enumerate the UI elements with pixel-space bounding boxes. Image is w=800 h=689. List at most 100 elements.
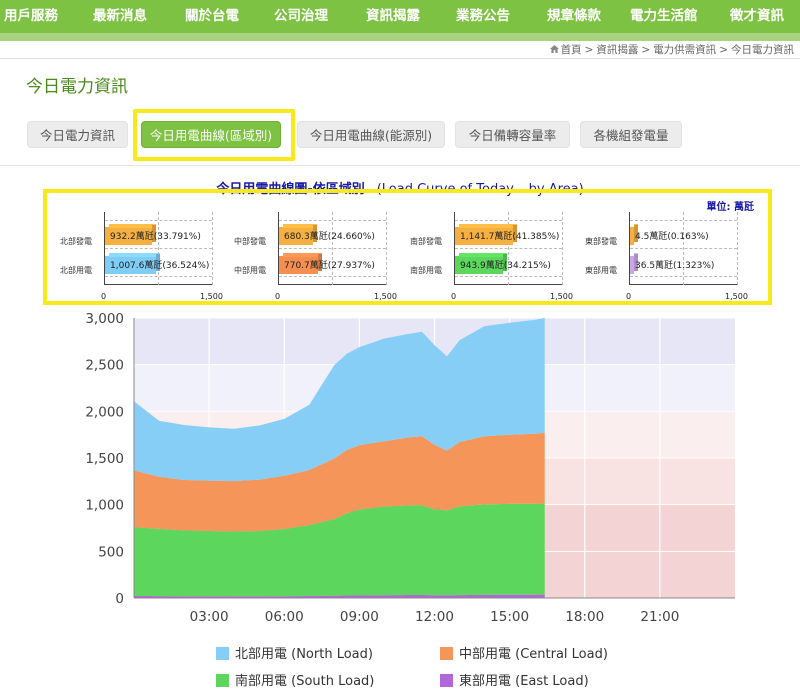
- gridline: [105, 276, 212, 277]
- region-load-label: 北部用電: [60, 266, 92, 275]
- y-tick-label: 2,000: [85, 404, 124, 420]
- gridline: [562, 212, 563, 285]
- breadcrumb-current: 今日電力資訊: [731, 44, 794, 56]
- y-tick-label: 3,000: [85, 311, 124, 327]
- region-load-bar[interactable]: 1,007.6萬瓩(36.524%): [105, 253, 209, 274]
- legend-swatch: [440, 674, 453, 687]
- region-gen-label: 東部發電: [585, 237, 617, 246]
- y-tick-label: 1,500: [85, 451, 124, 467]
- nav-item-regulations[interactable]: 規章條款: [547, 0, 601, 33]
- axis-tick-label: 0: [626, 292, 632, 301]
- region-plot: 1,141.7萬瓩(41.385%) 943.9萬瓩(34.215%): [454, 212, 563, 285]
- y-tick-label: 1,000: [85, 498, 124, 514]
- region-gen-bar[interactable]: 4.5萬瓩(0.163%): [630, 224, 709, 245]
- region-gen-bar[interactable]: 932.2萬瓩(33.791%): [105, 224, 201, 245]
- nav-item-disclosure[interactable]: 資訊揭露: [366, 0, 420, 41]
- region-load-label: 中部用電: [234, 266, 266, 275]
- home-icon: [549, 45, 559, 53]
- region-gen-label: 南部發電: [410, 237, 442, 246]
- x-tick-label: 12:00: [415, 609, 454, 625]
- legend-item-east[interactable]: 東部用電 (East Load): [440, 670, 589, 689]
- breadcrumb-home[interactable]: 首頁: [561, 44, 582, 56]
- legend-label: 中部用電 (Central Load): [459, 647, 608, 662]
- axis-tick-label: 1,500: [725, 292, 748, 301]
- bar-value-label: 680.3萬瓩(24.660%): [284, 232, 375, 242]
- region-load-label: 東部用電: [585, 266, 617, 275]
- legend-label: 北部用電 (North Load): [235, 647, 373, 662]
- region-load-bar[interactable]: 770.7萬瓩(27.937%): [279, 253, 375, 274]
- load-curve-chart: 0 500 1,000 1,500 2,000 2,500 3,000 03:00 06:00 0…: [85, 311, 735, 625]
- legend-swatch: [216, 647, 229, 660]
- region-chart-1: 中部發電 中部用電 680.3萬瓩(24.660%) 770.7萬瓩(27.937%)…: [234, 212, 404, 304]
- x-tick-label: 18:00: [565, 609, 604, 625]
- legend-item-north[interactable]: 北部用電 (North Load): [216, 643, 373, 662]
- breadcrumb-disclosure[interactable]: 資訊揭露: [596, 44, 638, 56]
- bar-top: [109, 253, 160, 257]
- bar-value-label: 943.9萬瓩(34.215%): [460, 261, 551, 271]
- legend-item-south[interactable]: 南部用電 (South Load): [216, 670, 374, 689]
- legend-label: 東部用電 (East Load): [459, 674, 589, 689]
- nav-item-about[interactable]: 關於台電: [185, 0, 239, 33]
- nav-item-announcements[interactable]: 業務公告: [456, 0, 510, 33]
- nav-item-careers[interactable]: 徵才資訊: [730, 0, 784, 33]
- gridline: [105, 220, 212, 221]
- legend-swatch: [440, 647, 453, 660]
- chart-legend: 北部用電 (North Load) 中部用電 (Central Load) 南部…: [0, 639, 800, 689]
- legend-item-central[interactable]: 中部用電 (Central Load): [440, 643, 608, 662]
- axis-tick-label: 1,500: [374, 292, 397, 301]
- axis-tick-label: 0: [451, 292, 457, 301]
- region-chart-3: 東部發電東部用電 4.5萬瓩(0.163%) 36.5萬瓩(1.323%) 0 1,50…: [585, 212, 755, 304]
- bar-top: [283, 224, 318, 228]
- y-tick-label: 2,500: [85, 358, 124, 374]
- region-load-label: 南部用電: [410, 266, 442, 275]
- bar-top: [459, 253, 507, 257]
- region-gen-bar[interactable]: 680.3萬瓩(24.660%): [279, 224, 375, 245]
- region-load-bar[interactable]: 943.9萬瓩(34.215%): [455, 253, 551, 274]
- tab-load-curve-by-source[interactable]: 今日用電曲線(能源別): [297, 121, 445, 148]
- region-gen-bar[interactable]: 1,141.7萬瓩(41.385%): [455, 224, 559, 245]
- axis-tick-label: 0: [101, 292, 107, 301]
- tab-unit-generation[interactable]: 各機組發電量: [580, 121, 682, 148]
- bar-top: [459, 224, 517, 228]
- gridline: [630, 220, 737, 221]
- region-load-bar[interactable]: 36.5萬瓩(1.323%): [630, 253, 714, 274]
- breadcrumb-power-supply[interactable]: 電力供需資訊: [653, 44, 716, 56]
- region-plot: 4.5萬瓩(0.163%) 36.5萬瓩(1.323%): [629, 212, 738, 285]
- nav-item-power-life[interactable]: 電力生活館: [630, 0, 698, 33]
- divider: [0, 58, 800, 59]
- x-tick-label: 15:00: [490, 609, 529, 625]
- bar-top: [283, 253, 322, 257]
- gridline: [386, 212, 387, 285]
- highlight-tab-frame: [133, 109, 295, 161]
- axis-tick-label: 0: [275, 292, 281, 301]
- gridline: [279, 220, 386, 221]
- top-nav: 用戶服務 最新消息 關於台電 公司治理 資訊揭露 業務公告 規章條款 電力生活館…: [0, 0, 800, 41]
- breadcrumb-separator: >: [584, 44, 594, 56]
- region-chart-2: 南部發電南部用電 1,141.7萬瓩(41.385%) 943.9萬瓩(34.215…: [410, 212, 580, 304]
- breadcrumb-separator: >: [719, 44, 728, 56]
- gridline: [455, 276, 562, 277]
- region-plot: 680.3萬瓩(24.660%) 770.7萬瓩(27.937%): [278, 212, 387, 285]
- gridline: [212, 212, 213, 285]
- nav-item-user-service[interactable]: 用戶服務: [4, 0, 58, 33]
- breadcrumb: 首頁 > 資訊揭露 > 電力供需資訊 > 今日電力資訊: [549, 42, 794, 57]
- nav-item-governance[interactable]: 公司治理: [274, 0, 328, 33]
- nav-item-latest-news[interactable]: 最新消息: [93, 0, 147, 33]
- legend-label: 南部用電 (South Load): [235, 674, 375, 689]
- x-tick-label: 06:00: [265, 609, 304, 625]
- axis-tick-label: 1,500: [200, 292, 223, 301]
- gridline: [279, 276, 386, 277]
- tab-reserve-margin[interactable]: 今日備轉容量率: [455, 121, 570, 148]
- axis-tick-label: 1,500: [550, 292, 573, 301]
- gridline: [455, 220, 562, 221]
- region-chart-0: 北部發電 北部用電 932.2萬瓩(33.791%) 1,007.6萬瓩(36.524…: [60, 212, 230, 304]
- unit-label: 單位: 萬瓩: [706, 202, 754, 213]
- breadcrumb-separator: >: [641, 44, 651, 56]
- gridline: [737, 212, 738, 285]
- tab-today-power-info[interactable]: 今日電力資訊: [27, 121, 128, 148]
- legend-swatch: [216, 674, 229, 687]
- divider: [0, 165, 800, 166]
- gridline: [630, 276, 737, 277]
- x-tick-label: 03:00: [190, 609, 229, 625]
- gridline: [630, 248, 737, 249]
